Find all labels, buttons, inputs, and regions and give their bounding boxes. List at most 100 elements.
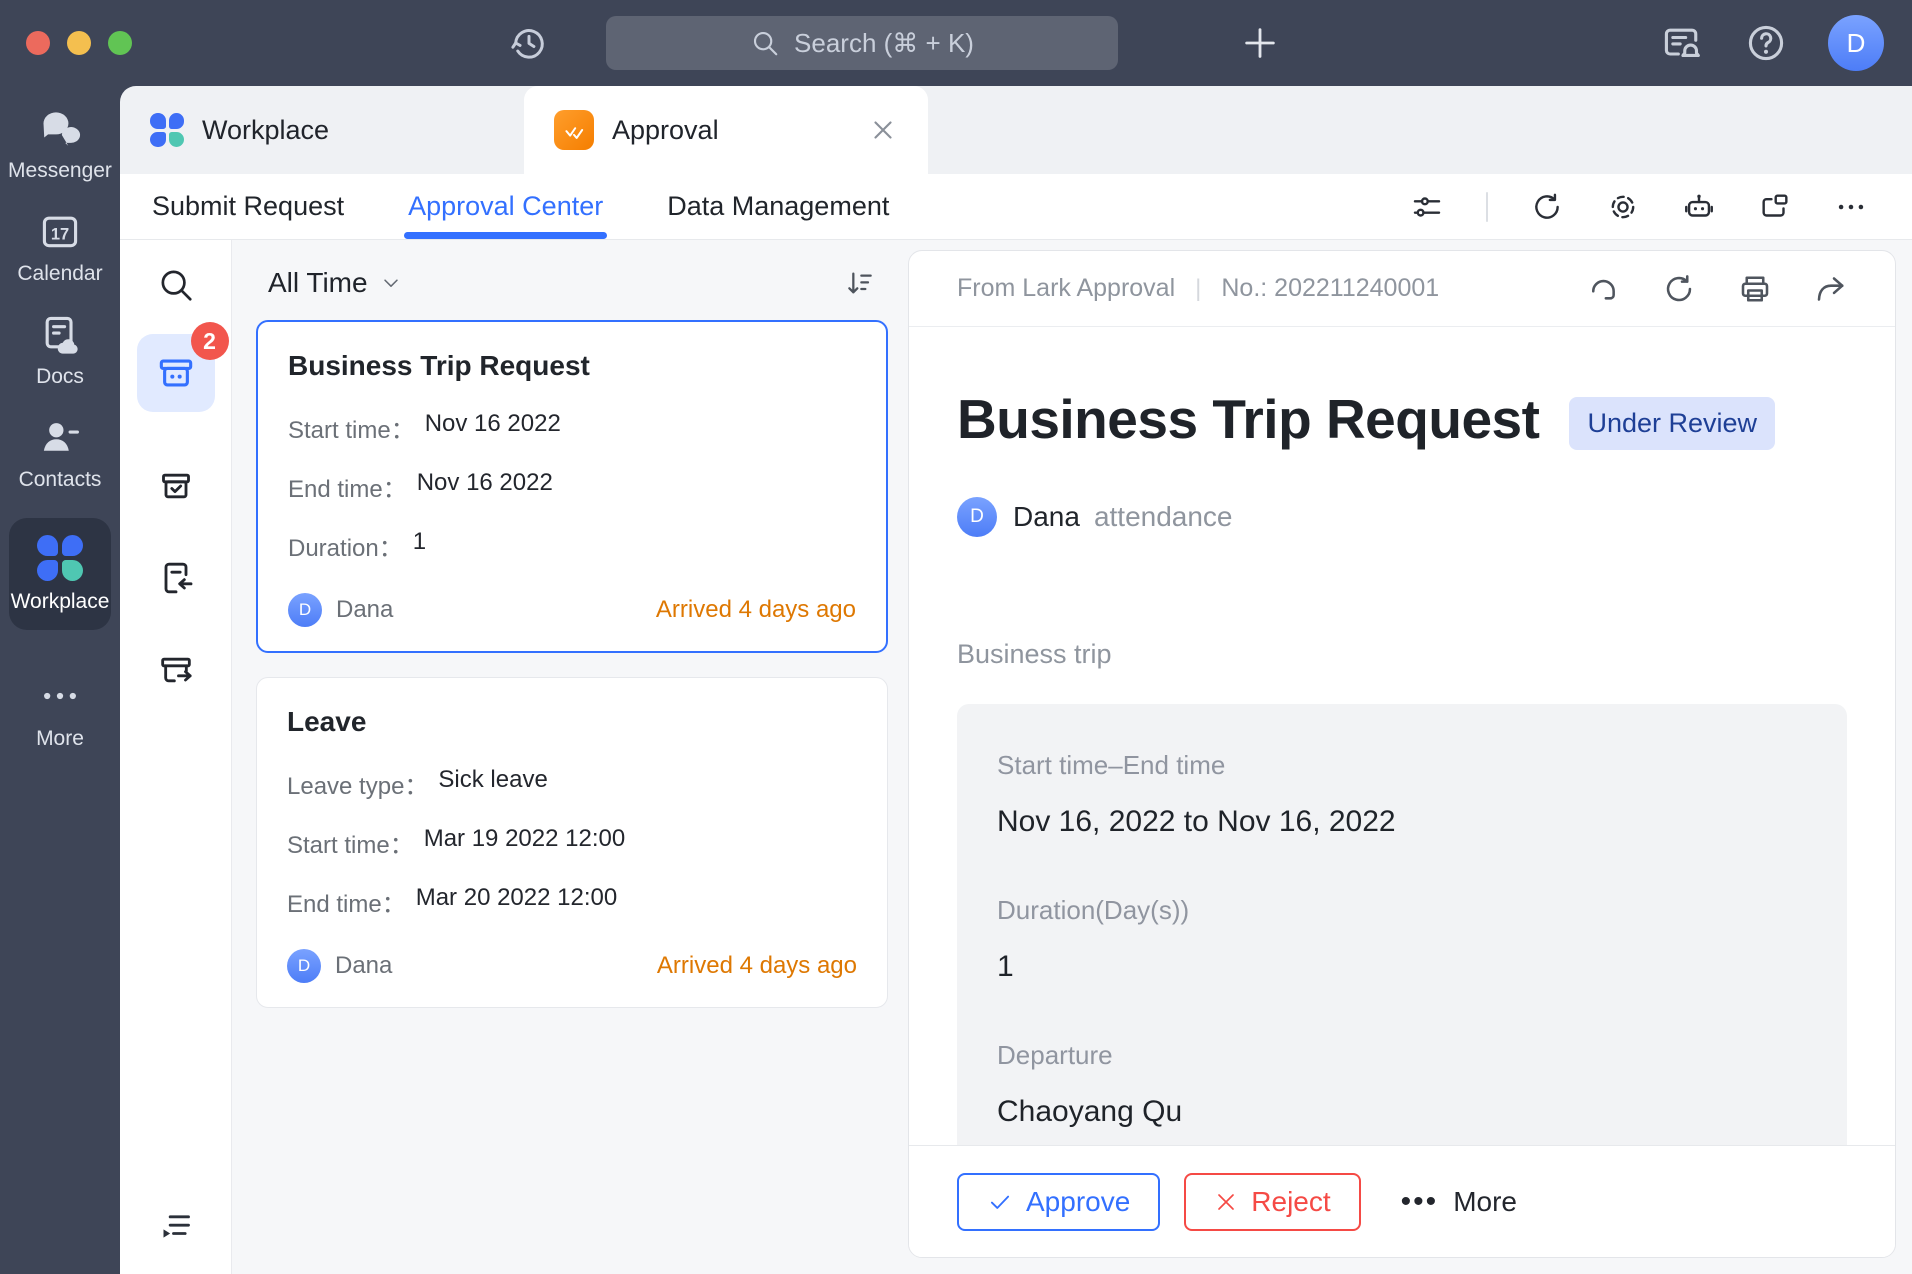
more-dots-icon: •••	[1401, 1197, 1439, 1207]
announcement-icon[interactable]	[1660, 21, 1704, 65]
messenger-icon	[38, 106, 82, 150]
sidebar-item-contacts[interactable]: Contacts	[19, 415, 102, 492]
sort-icon[interactable]	[844, 267, 876, 299]
subnav-submit-request[interactable]: Submit Request	[152, 174, 344, 239]
detail-source: From Lark Approval	[957, 274, 1175, 303]
pending-count-badge: 2	[191, 322, 229, 360]
requester-name: Dana	[1013, 501, 1080, 533]
titlebar: Search (⌘ + K) D	[0, 0, 1912, 86]
window-controls	[26, 31, 132, 55]
card-row: Duration： 1	[288, 528, 856, 563]
approval-card-business-trip[interactable]: Business Trip Request Start time： Nov 16…	[256, 320, 888, 653]
content-area: Workplace Approval S	[120, 86, 1912, 1274]
settings-gear-icon[interactable]	[1606, 190, 1640, 224]
history-icon[interactable]	[508, 22, 550, 64]
docs-icon	[38, 312, 82, 356]
share-icon[interactable]	[1813, 271, 1849, 307]
filter-sliders-icon[interactable]	[1410, 190, 1444, 224]
sidebar-item-label: Workplace	[11, 590, 110, 614]
sidebar-item-messenger[interactable]: Messenger	[8, 106, 112, 183]
requester-avatar: D	[957, 497, 997, 537]
status-badge: Under Review	[1569, 397, 1775, 450]
approval-list-panel: All Time Business Trip Request	[232, 240, 904, 1274]
app-sidebar: Messenger 17 Calendar Docs	[0, 86, 120, 1274]
more-dots-icon	[38, 674, 82, 718]
form-field: Departure Chaoyang Qu	[997, 1040, 1807, 1129]
requester-avatar: D	[287, 949, 321, 983]
approve-button[interactable]: Approve	[957, 1173, 1160, 1231]
sidebar-item-calendar[interactable]: 17 Calendar	[17, 209, 102, 286]
search-approvals-icon[interactable]	[157, 266, 195, 304]
collapse-list-icon[interactable]	[156, 1206, 196, 1246]
chevron-down-icon	[380, 272, 402, 294]
more-actions-button[interactable]: ••• More	[1401, 1186, 1517, 1218]
sidebar-item-label: Docs	[36, 365, 84, 389]
minimize-window-button[interactable]	[67, 31, 91, 55]
app-window: Search (⌘ + K) D	[0, 0, 1912, 1274]
print-icon[interactable]	[1737, 271, 1773, 307]
workplace-icon	[37, 535, 83, 581]
contacts-icon	[38, 415, 82, 459]
help-icon[interactable]	[1744, 21, 1788, 65]
search-icon	[750, 28, 780, 58]
subnav-approval-center[interactable]: Approval Center	[408, 174, 603, 239]
processed-icon[interactable]	[156, 466, 196, 506]
search-placeholder: Search (⌘ + K)	[794, 28, 974, 59]
card-row: End time： Mar 20 2022 12:00	[287, 884, 857, 919]
arrived-timestamp: Arrived 4 days ago	[656, 596, 856, 624]
card-title: Leave	[287, 706, 857, 738]
workplace-logo-icon	[150, 113, 184, 147]
form-field: Start time–End time Nov 16, 2022 to Nov …	[997, 750, 1807, 839]
form-field: Duration(Day(s)) 1	[997, 895, 1807, 984]
new-tab-plus-icon[interactable]	[1240, 23, 1280, 63]
detail-number: No.: 202211240001	[1221, 274, 1439, 303]
toolbar-divider	[1486, 192, 1488, 222]
search-input[interactable]: Search (⌘ + K)	[606, 16, 1118, 70]
pending-approvals-icon[interactable]: 2	[137, 334, 215, 412]
bot-icon[interactable]	[1682, 190, 1716, 224]
requester-department: attendance	[1094, 501, 1233, 533]
detail-title: Business Trip Request	[957, 387, 1539, 451]
tab-label: Workplace	[202, 115, 329, 146]
approval-detail-panel: From Lark Approval | No.: 202211240001	[908, 250, 1896, 1258]
header-divider: |	[1195, 275, 1201, 303]
close-tab-icon[interactable]	[868, 115, 898, 145]
card-title: Business Trip Request	[288, 350, 856, 382]
sidebar-item-label: Messenger	[8, 159, 112, 183]
card-row: Start time： Mar 19 2022 12:00	[287, 825, 857, 860]
card-row: Leave type： Sick leave	[287, 766, 857, 801]
refresh-icon[interactable]	[1530, 190, 1564, 224]
approval-tool-rail: 2	[120, 240, 232, 1274]
sidebar-item-more[interactable]: More	[36, 674, 84, 751]
approval-action-bar: Approve Reject ••• More	[909, 1145, 1895, 1257]
approval-card-leave[interactable]: Leave Leave type： Sick leave Start time：…	[256, 677, 888, 1008]
arrived-timestamp: Arrived 4 days ago	[657, 952, 857, 980]
tab-workplace[interactable]: Workplace	[120, 86, 524, 174]
more-dots-icon[interactable]	[1834, 190, 1868, 224]
sidebar-item-label: Contacts	[19, 468, 102, 492]
reject-button[interactable]: Reject	[1184, 1173, 1360, 1231]
close-window-button[interactable]	[26, 31, 50, 55]
sent-icon[interactable]	[156, 650, 196, 690]
tab-label: Approval	[612, 115, 719, 146]
form-section-title: Business trip	[957, 639, 1847, 670]
card-row: Start time： Nov 16 2022	[288, 410, 856, 445]
sidebar-item-docs[interactable]: Docs	[36, 312, 84, 389]
subnav-data-management[interactable]: Data Management	[667, 174, 889, 239]
sidebar-item-label: More	[36, 727, 84, 751]
support-headset-icon[interactable]	[1585, 271, 1621, 307]
sidebar-item-label: Calendar	[17, 262, 102, 286]
tab-approval[interactable]: Approval	[524, 86, 928, 174]
received-icon[interactable]	[156, 558, 196, 598]
tab-popout-icon[interactable]	[1758, 190, 1792, 224]
card-row: End time： Nov 16 2022	[288, 469, 856, 504]
sidebar-item-workplace[interactable]: Workplace	[9, 518, 111, 630]
requester-name: Dana	[335, 952, 392, 980]
tab-strip: Workplace Approval	[120, 86, 1912, 174]
x-icon	[1214, 1190, 1238, 1214]
zoom-window-button[interactable]	[108, 31, 132, 55]
user-avatar[interactable]: D	[1828, 15, 1884, 71]
refresh-icon[interactable]	[1661, 271, 1697, 307]
time-filter-dropdown[interactable]: All Time	[268, 267, 402, 299]
svg-text:17: 17	[51, 225, 69, 243]
